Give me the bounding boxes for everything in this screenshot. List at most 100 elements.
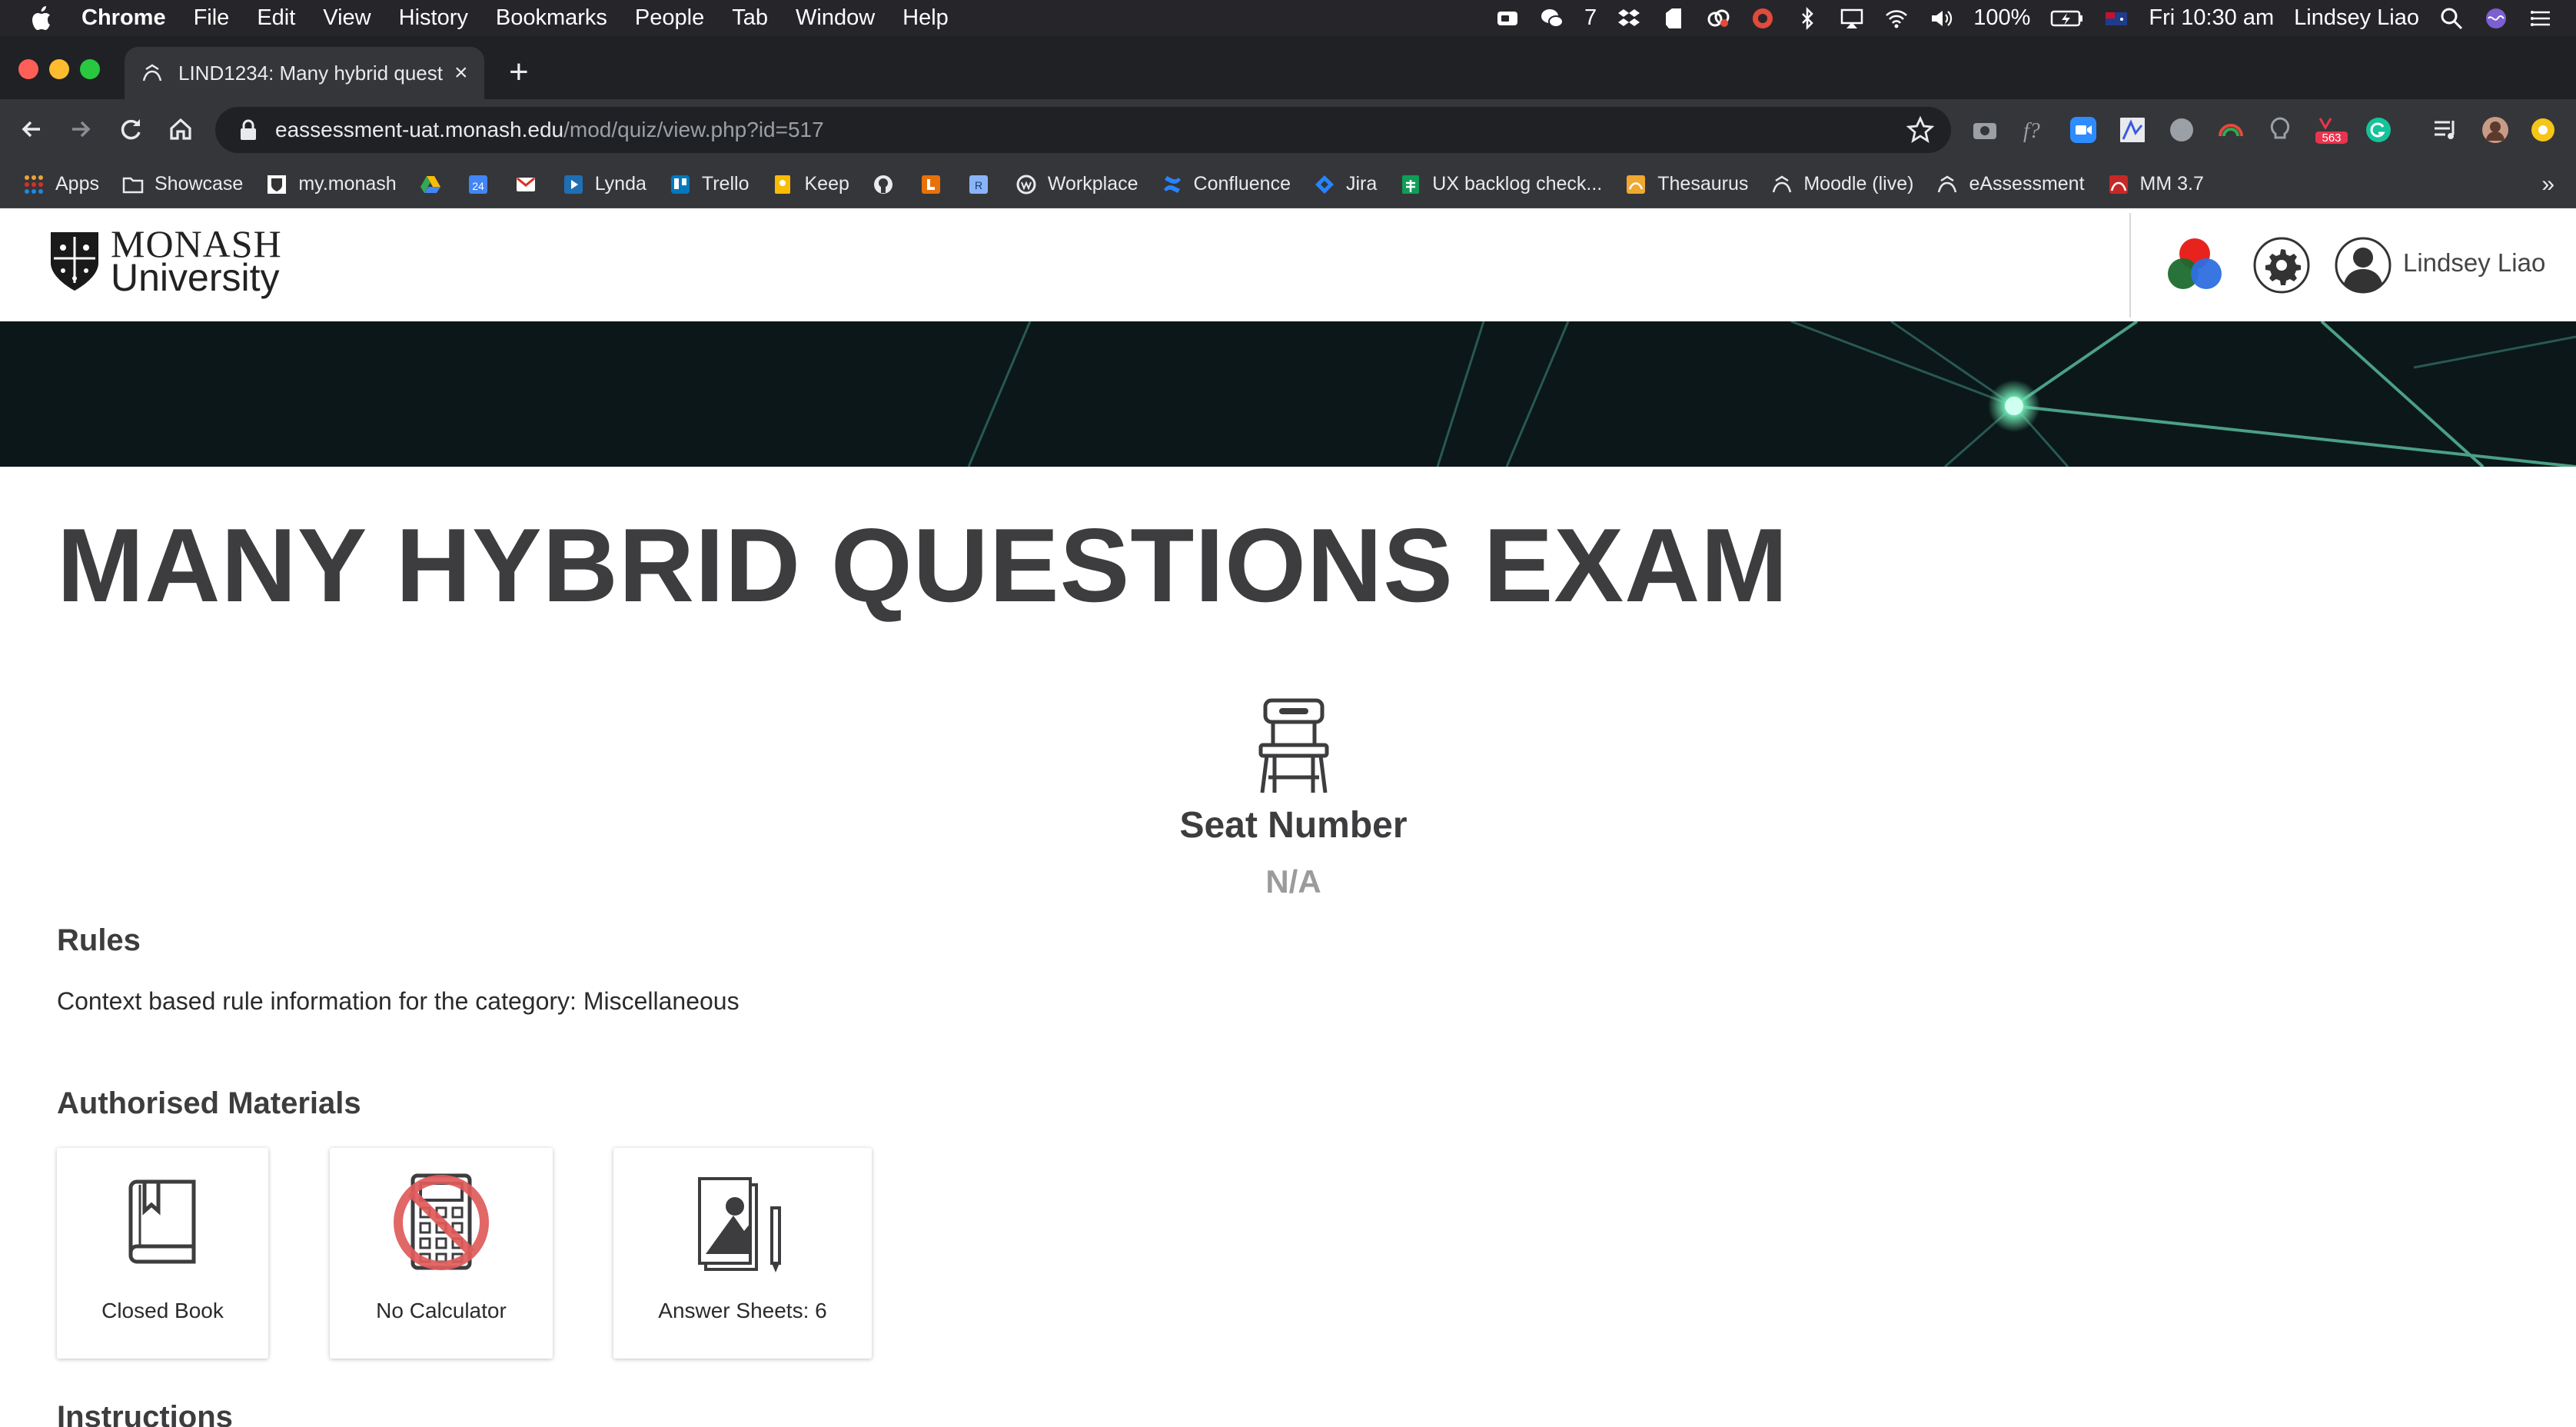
update-indicator-icon[interactable] <box>2529 116 2557 144</box>
window-close-button[interactable] <box>18 59 38 79</box>
bookmark-label: Thesaurus <box>1657 173 1749 195</box>
airplay-icon[interactable] <box>1840 6 1864 31</box>
back-icon[interactable] <box>14 110 52 148</box>
apps-venn-icon[interactable] <box>2165 236 2225 293</box>
menu-bookmarks[interactable]: Bookmarks <box>496 5 607 31</box>
wechat-icon[interactable] <box>1540 6 1564 31</box>
menu-edit[interactable]: Edit <box>257 5 295 31</box>
bookmark-workplace[interactable]: Workplace <box>1015 173 1138 195</box>
formula-extension-icon[interactable]: f? <box>2020 116 2048 144</box>
bookmark-label: MM 3.7 <box>2139 173 2204 195</box>
calendar-icon: 24 <box>468 175 487 194</box>
wifi-icon[interactable] <box>1884 6 1909 31</box>
address-bar[interactable]: eassessment-uat.monash.edu/mod/quiz/view… <box>215 107 1951 153</box>
blue-app-icon: R <box>969 175 988 194</box>
material-card-answer-sheets: Answer Sheets: 6 <box>613 1148 872 1359</box>
bookmark-star-icon[interactable] <box>1906 116 1934 144</box>
window-minimize-button[interactable] <box>49 59 69 79</box>
keep-extension-icon[interactable] <box>2266 116 2294 144</box>
screenshot-extension-icon[interactable] <box>1971 116 1999 144</box>
menu-bar-user[interactable]: Lindsey Liao <box>2294 5 2419 31</box>
menu-app-chrome[interactable]: Chrome <box>81 5 166 31</box>
bookmark-ux-backlog[interactable]: UX backlog check... <box>1400 173 1602 195</box>
github-icon <box>873 175 892 194</box>
material-card-no-calculator: No Calculator <box>330 1148 553 1359</box>
user-avatar-icon[interactable] <box>2334 236 2392 294</box>
media-control-icon[interactable] <box>2432 116 2460 144</box>
home-icon[interactable] <box>161 110 200 148</box>
bookmark-confluence[interactable]: Confluence <box>1162 173 1291 195</box>
bookmark-jira[interactable]: Jira <box>1314 173 1377 195</box>
forward-icon[interactable] <box>61 110 100 148</box>
browser-tab-active[interactable]: LIND1234: Many hybrid questions exam × <box>125 47 484 99</box>
bluetooth-icon[interactable] <box>1795 6 1820 31</box>
chair-icon <box>1258 698 1328 793</box>
menu-view[interactable]: View <box>323 5 371 31</box>
bookmark-mm37[interactable]: MM 3.7 <box>2108 173 2204 195</box>
confluence-icon <box>1163 175 1181 193</box>
bookmark-calendar[interactable]: 24 <box>467 174 500 195</box>
bookmark-lynda[interactable]: Lynda <box>563 173 646 195</box>
bookmark-google-drive[interactable] <box>420 174 452 195</box>
bookmark-showcase[interactable]: Showcase <box>122 173 243 195</box>
monash-logo[interactable]: MONASH University <box>48 225 282 297</box>
bookmark-blue-app[interactable]: R <box>968 174 1000 195</box>
settings-gear-icon[interactable] <box>2252 236 2311 294</box>
record-icon[interactable] <box>1750 6 1775 31</box>
menu-people[interactable]: People <box>635 5 704 31</box>
zoom-status-icon[interactable] <box>1495 6 1520 31</box>
chart-extension-icon[interactable] <box>2119 116 2146 144</box>
tab-close-icon[interactable]: × <box>454 60 468 86</box>
bookmark-gmail[interactable] <box>515 174 547 195</box>
siri-icon[interactable] <box>2484 6 2508 31</box>
zoom-extension-icon[interactable] <box>2069 116 2097 144</box>
menu-bar-clock[interactable]: Fri 10:30 am <box>2149 5 2274 31</box>
bookmark-eassessment[interactable]: eAssessment <box>1936 173 2085 195</box>
lock-icon[interactable] <box>238 118 258 141</box>
bookmark-my-monash[interactable]: my.monash <box>266 173 397 195</box>
material-card-label: Closed Book <box>101 1299 224 1322</box>
gray-extension-icon[interactable] <box>2168 116 2195 144</box>
header-banner-image <box>0 321 2576 467</box>
bookmarks-overflow-button[interactable]: » <box>2541 171 2554 198</box>
svg-text:f?: f? <box>2023 119 2040 143</box>
new-tab-button[interactable]: + <box>509 53 529 91</box>
window-zoom-button[interactable] <box>80 59 100 79</box>
mail-badge-extension-icon[interactable]: 563 <box>2314 116 2349 144</box>
menu-help[interactable]: Help <box>902 5 949 31</box>
bookmark-label: Keep <box>804 173 849 195</box>
dropbox-icon[interactable] <box>1617 6 1641 31</box>
bookmark-label: Trello <box>701 173 750 195</box>
bookmark-thesaurus[interactable]: Thesaurus <box>1625 173 1748 195</box>
bookmark-github[interactable] <box>873 174 905 195</box>
bookmark-orange-app[interactable] <box>920 174 952 195</box>
svg-text:24: 24 <box>472 180 484 192</box>
bookmark-moodle-live[interactable]: Moodle (live) <box>1771 173 1913 195</box>
creative-cloud-icon[interactable] <box>1706 6 1730 31</box>
orange-app-icon <box>921 175 940 194</box>
menu-file[interactable]: File <box>194 5 230 31</box>
bookmark-label: UX backlog check... <box>1432 173 1603 195</box>
google-keep-icon <box>775 175 791 194</box>
spotlight-search-icon[interactable] <box>2439 6 2464 31</box>
battery-charging-icon[interactable] <box>2050 6 2084 31</box>
australia-flag-icon[interactable] <box>2104 6 2129 31</box>
menu-history[interactable]: History <box>399 5 468 31</box>
site-header: MONASH University Lindsey Liao <box>0 208 2576 321</box>
rainbow-extension-icon[interactable] <box>2217 116 2245 144</box>
wechat-count: 7 <box>1584 5 1597 30</box>
grammarly-icon[interactable] <box>2365 116 2392 144</box>
bookmark-keep[interactable]: Keep <box>772 173 849 195</box>
bookmark-apps[interactable]: Apps <box>23 173 99 195</box>
evernote-icon[interactable] <box>1661 6 1686 31</box>
notification-center-icon[interactable] <box>2528 6 2553 31</box>
menu-tab[interactable]: Tab <box>732 5 768 31</box>
header-user-name[interactable]: Lindsey Liao <box>2403 248 2545 278</box>
volume-icon[interactable] <box>1929 6 1953 31</box>
reload-icon[interactable] <box>112 110 151 148</box>
bookmark-label: Moodle (live) <box>1803 173 1914 195</box>
bookmark-trello[interactable]: Trello <box>670 173 750 195</box>
apple-logo-icon[interactable] <box>29 5 52 32</box>
profile-avatar-icon[interactable] <box>2481 116 2509 144</box>
menu-window[interactable]: Window <box>796 5 875 31</box>
